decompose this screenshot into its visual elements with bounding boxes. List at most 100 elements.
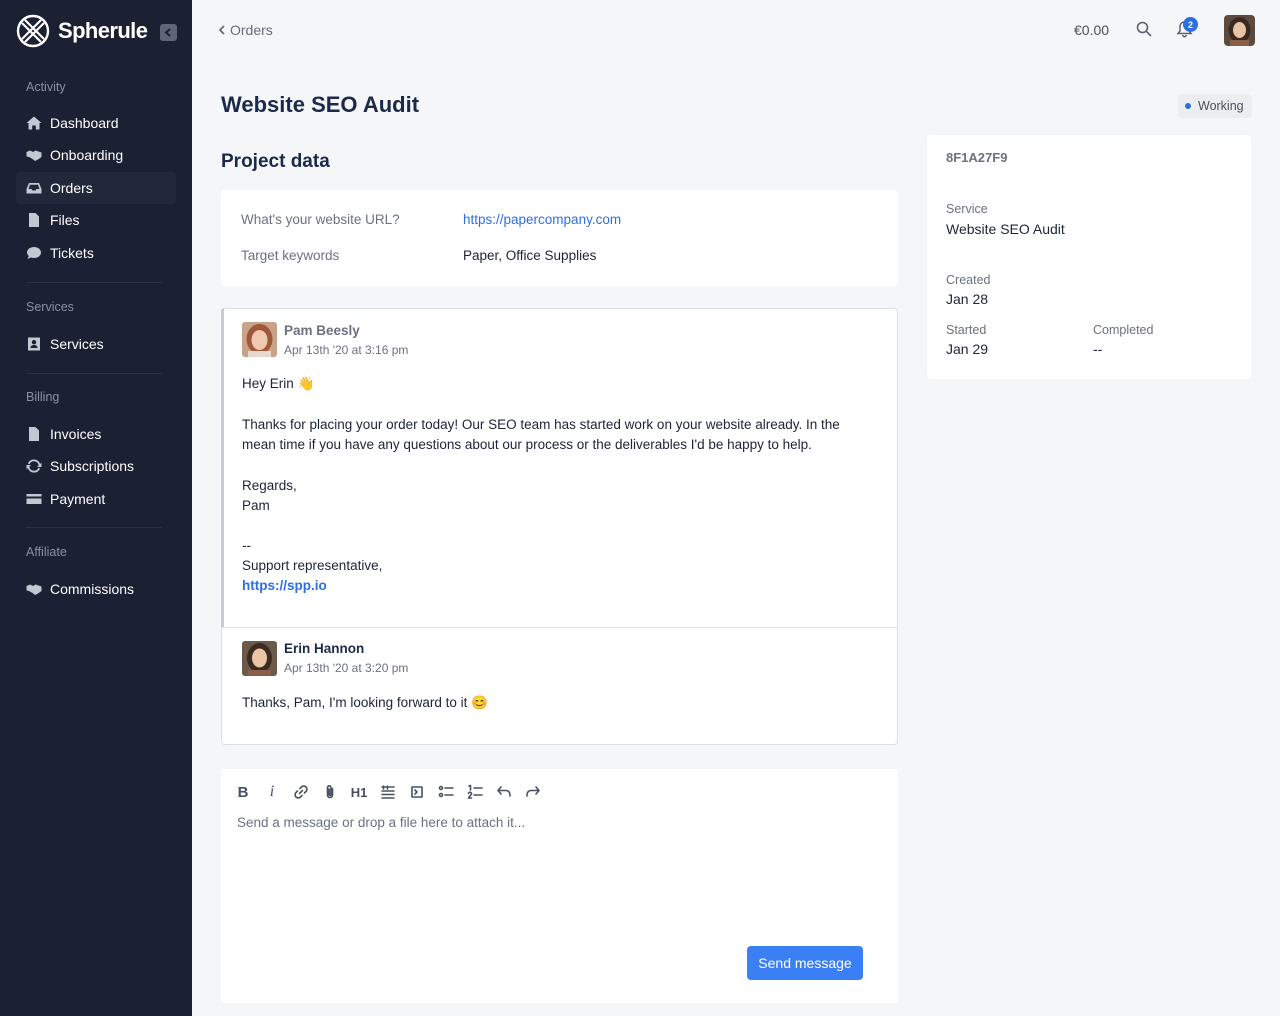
status-dot [1185, 103, 1191, 109]
sidebar-item-label: Commissions [50, 581, 135, 597]
search-icon[interactable] [1136, 21, 1152, 37]
message-signature: Support representative, [242, 558, 383, 573]
message-author: Erin Hannon [284, 641, 365, 656]
started-label: Started [946, 323, 987, 337]
sidebar: Spherule Activity Dashboard Onboarding O… [0, 0, 192, 1016]
message-signature-separator: -- [242, 538, 251, 553]
redo-icon [526, 786, 540, 797]
collapse-sidebar-button[interactable] [160, 24, 177, 41]
service-label: Service [946, 202, 988, 216]
sidebar-item-label: Dashboard [50, 115, 119, 131]
status-badge: Working [1178, 94, 1252, 118]
user-avatar[interactable] [1224, 15, 1255, 46]
spherule-logo-icon [16, 14, 50, 48]
thread-accent-bar [221, 308, 224, 628]
field-value-target-keywords: Paper, Office Supplies [463, 248, 597, 263]
sidebar-item-subscriptions[interactable]: Subscriptions [16, 450, 176, 482]
code-block-button[interactable] [407, 783, 427, 801]
message-separator [222, 627, 897, 628]
send-message-button[interactable]: Send message [747, 946, 863, 980]
field-label-website-url: What's your website URL? [241, 212, 400, 227]
attach-button[interactable] [320, 783, 340, 801]
account-balance[interactable]: €0.00 [1074, 22, 1109, 38]
section-title-activity: Activity [26, 80, 66, 94]
redo-button[interactable] [523, 783, 543, 801]
message-body: Thanks for placing your order today! Our… [242, 417, 840, 452]
message-timestamp: Apr 13th '20 at 3:20 pm [284, 661, 409, 675]
sidebar-item-label: Payment [50, 491, 106, 507]
message-regards: Regards, [242, 478, 297, 493]
brand-name: Spherule [58, 18, 148, 43]
sidebar-divider [26, 282, 162, 283]
message-author: Pam Beesly [284, 323, 360, 338]
message-signoff-name: Pam [242, 498, 270, 513]
section-title-billing: Billing [26, 390, 60, 404]
sidebar-item-tickets[interactable]: Tickets [16, 237, 176, 269]
field-value-website-url[interactable]: https://papercompany.com [463, 212, 621, 227]
heading-button[interactable]: H1 [348, 783, 370, 801]
undo-button[interactable] [494, 783, 514, 801]
avatar-image [1224, 15, 1255, 46]
refresh-icon [26, 458, 42, 474]
sidebar-item-orders[interactable]: Orders [16, 172, 176, 204]
handshake-icon [26, 581, 42, 597]
created-value: Jan 28 [946, 291, 989, 307]
undo-icon [497, 786, 511, 797]
numbered-list-icon [467, 784, 483, 799]
sidebar-item-invoices[interactable]: Invoices [16, 418, 176, 450]
avatar-image [242, 322, 277, 357]
service-value: Website SEO Audit [946, 221, 1065, 237]
message-signature-link[interactable]: https://spp.io [242, 576, 327, 596]
blockquote-button[interactable] [378, 783, 398, 801]
message-greeting: Hey Erin 👋 [242, 376, 315, 391]
numbered-list-button[interactable] [465, 783, 485, 801]
completed-label: Completed [1093, 323, 1154, 337]
pam-avatar [242, 322, 277, 357]
message-timestamp: Apr 13th '20 at 3:16 pm [284, 343, 409, 357]
quote-icon [381, 785, 395, 799]
sidebar-item-commissions[interactable]: Commissions [16, 573, 176, 605]
handshake-icon [26, 147, 42, 163]
avatar-image [242, 641, 277, 676]
link-icon [294, 785, 308, 799]
sidebar-divider [26, 527, 162, 528]
paperclip-icon [326, 785, 334, 799]
started-value: Jan 29 [946, 341, 989, 357]
back-to-orders-link[interactable]: Orders [218, 22, 273, 38]
link-button[interactable] [291, 783, 311, 801]
section-title-services: Services [26, 300, 74, 314]
created-label: Created [946, 273, 991, 287]
bold-button[interactable]: B [233, 783, 253, 801]
sidebar-item-label: Invoices [50, 426, 102, 442]
collapse-icon [164, 28, 171, 37]
sidebar-divider [26, 373, 162, 374]
project-data-heading: Project data [221, 151, 330, 172]
sidebar-item-label: Tickets [50, 245, 94, 261]
message-thread: Pam Beesly Apr 13th '20 at 3:16 pm Hey E… [221, 308, 898, 745]
sidebar-item-label: Orders [50, 180, 93, 196]
file-icon [26, 426, 42, 442]
code-icon [411, 786, 423, 798]
brand[interactable]: Spherule [16, 14, 148, 48]
page-title: Website SEO Audit [221, 92, 420, 117]
home-icon [26, 115, 42, 131]
bullet-list-icon [438, 785, 454, 798]
sidebar-item-label: Onboarding [50, 147, 124, 163]
sidebar-item-label: Services [50, 336, 104, 352]
sidebar-item-services[interactable]: Services [16, 328, 176, 360]
sidebar-item-files[interactable]: Files [16, 204, 176, 236]
bullet-list-button[interactable] [436, 783, 456, 801]
section-title-affiliate: Affiliate [26, 545, 67, 559]
credit-card-icon [26, 491, 42, 507]
file-icon [26, 212, 42, 228]
back-link-label: Orders [230, 22, 273, 38]
italic-button[interactable]: i [262, 783, 282, 801]
sidebar-item-dashboard[interactable]: Dashboard [16, 107, 176, 139]
sidebar-item-payment[interactable]: Payment [16, 483, 176, 515]
sidebar-item-onboarding[interactable]: Onboarding [16, 139, 176, 171]
erin-avatar [242, 641, 277, 676]
order-id: 8F1A27F9 [946, 150, 1008, 165]
id-card-icon [26, 336, 42, 352]
status-label: Working [1198, 99, 1244, 113]
completed-value: -- [1093, 341, 1103, 357]
